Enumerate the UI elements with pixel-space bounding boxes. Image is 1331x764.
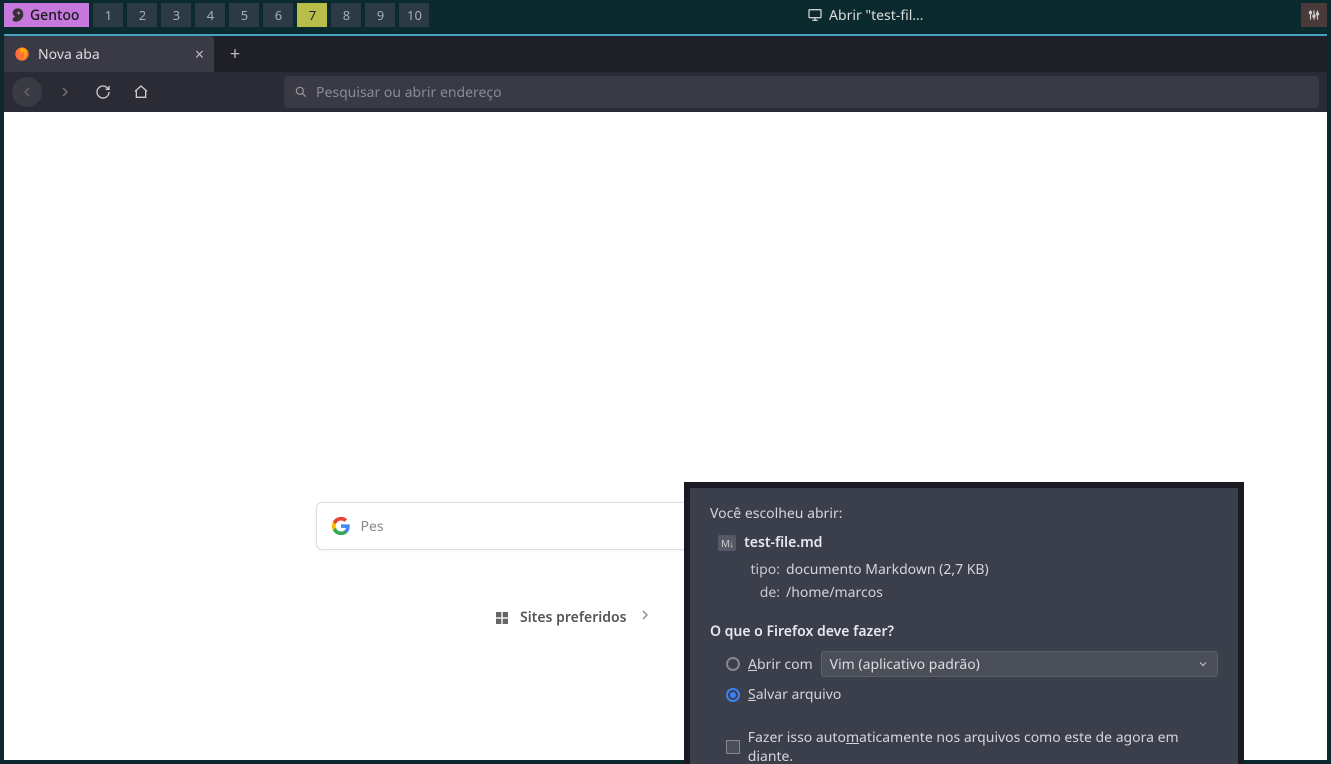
dialog-metadata: tipo: documento Markdown (2,7 KB) de: /h…	[710, 560, 1218, 602]
workspace-7[interactable]: 7	[297, 3, 327, 27]
top-sites-label: Sites preferidos	[520, 608, 627, 627]
select-value: Vim (aplicativo padrão)	[830, 655, 980, 674]
dialog-filename: test-file.md	[744, 533, 822, 552]
meta-type-value: documento Markdown (2,7 KB)	[786, 560, 1218, 579]
option-save-file[interactable]: Salvar arquivo	[726, 685, 1218, 704]
dialog-question: O que o Firefox deve fazer?	[710, 622, 1218, 641]
reload-button[interactable]	[88, 77, 118, 107]
option-remember[interactable]: Fazer isso automaticamente nos arquivos …	[726, 728, 1218, 764]
new-tab-button[interactable]: +	[220, 39, 250, 69]
workspace-4[interactable]: 4	[195, 3, 225, 27]
taskbar-window-title: Abrir "test-fil…	[433, 6, 1297, 25]
workspace-1[interactable]: 1	[93, 3, 123, 27]
open-file-dialog: Você escolheu abrir: M↓ test-file.md tip…	[684, 482, 1244, 764]
tray-equalizer-icon[interactable]	[1301, 3, 1327, 27]
browser-window: Nova aba × +	[4, 34, 1327, 760]
workspace-6[interactable]: 6	[263, 3, 293, 27]
option-open-with[interactable]: Abrir com Vim (aplicativo padrão)	[726, 651, 1218, 677]
checkbox-remember[interactable]	[726, 740, 740, 754]
back-button[interactable]	[12, 77, 42, 107]
taskbar: Gentoo 1 2 3 4 5 6 7 8 9 10 Abrir "test-…	[0, 0, 1331, 30]
url-input[interactable]	[316, 83, 1309, 102]
radio-save-file[interactable]	[726, 688, 740, 702]
dialog-intro: Você escolheu abrir:	[710, 504, 1218, 523]
monitor-icon	[807, 7, 823, 23]
firefox-icon	[14, 46, 30, 62]
workspace-10[interactable]: 10	[399, 3, 429, 27]
distro-button[interactable]: Gentoo	[4, 3, 89, 27]
dialog-filename-row: M↓ test-file.md	[710, 533, 1218, 552]
grid-icon	[494, 610, 510, 626]
navbar	[4, 72, 1327, 112]
tabstrip: Nova aba × +	[4, 36, 1327, 72]
meta-type-key: tipo:	[740, 560, 780, 579]
open-with-label: Abrir com	[748, 655, 813, 674]
distro-label: Gentoo	[30, 6, 79, 25]
browser-tab[interactable]: Nova aba ×	[4, 36, 214, 72]
url-bar[interactable]	[284, 76, 1319, 108]
radio-open-with[interactable]	[726, 657, 740, 671]
home-button[interactable]	[126, 77, 156, 107]
meta-from-key: de:	[740, 583, 780, 602]
chevron-right-icon	[637, 607, 653, 628]
tab-close-icon[interactable]: ×	[195, 43, 204, 65]
workspace-2[interactable]: 2	[127, 3, 157, 27]
top-sites-header[interactable]: Sites preferidos	[494, 607, 653, 628]
workspace-3[interactable]: 3	[161, 3, 191, 27]
meta-from-value: /home/marcos	[786, 583, 1218, 602]
forward-button[interactable]	[50, 77, 80, 107]
gentoo-icon	[10, 7, 26, 23]
workspace-9[interactable]: 9	[365, 3, 395, 27]
remember-label: Fazer isso automaticamente nos arquivos …	[748, 728, 1218, 764]
markdown-file-icon: M↓	[718, 535, 736, 551]
open-with-app-select[interactable]: Vim (aplicativo padrão)	[821, 651, 1218, 677]
tab-title: Nova aba	[38, 45, 100, 64]
search-icon	[294, 85, 308, 99]
workspace-8[interactable]: 8	[331, 3, 361, 27]
chevron-down-icon	[1197, 658, 1209, 670]
workspace-5[interactable]: 5	[229, 3, 259, 27]
google-icon	[331, 516, 351, 536]
page-content: Pes Sites preferidos Você escolheu abrir…	[4, 112, 1327, 760]
save-file-label: Salvar arquivo	[748, 685, 841, 704]
